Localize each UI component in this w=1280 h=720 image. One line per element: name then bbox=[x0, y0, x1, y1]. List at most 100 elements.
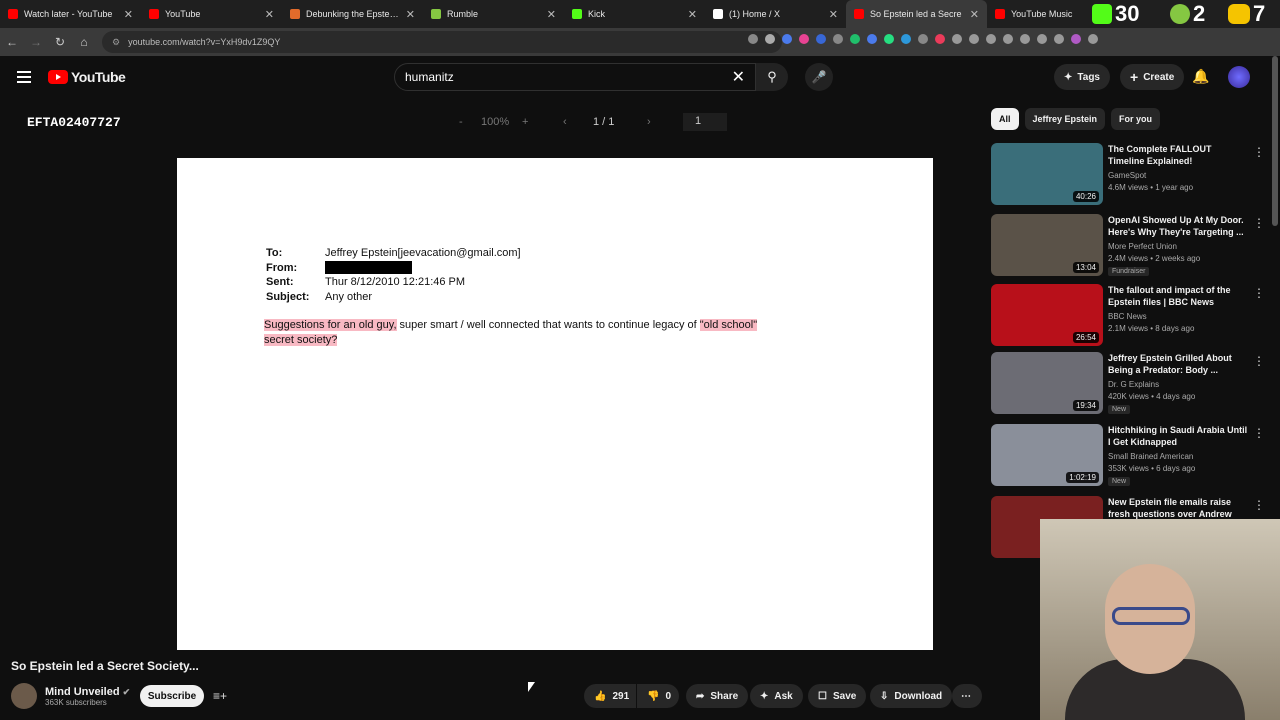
search-button[interactable]: ⚲ bbox=[756, 63, 788, 91]
reload-icon[interactable]: ↻ bbox=[48, 35, 72, 49]
video-thumbnail[interactable]: 40:26 bbox=[991, 143, 1103, 205]
create-button[interactable]: + Create bbox=[1120, 64, 1185, 90]
browser-tab[interactable]: So Epstein led a Secre ✕ bbox=[846, 0, 987, 28]
like-button[interactable]: 👍 291 bbox=[584, 684, 636, 708]
video-thumbnail[interactable]: 13:04 bbox=[991, 214, 1103, 276]
search-input[interactable]: humanitz ✕ bbox=[394, 63, 756, 91]
recommended-video[interactable]: 19:34 Jeffrey Epstein Grilled About Being… bbox=[991, 352, 1271, 416]
recommended-channel[interactable]: Dr. G Explains bbox=[1108, 380, 1159, 389]
extension-icon[interactable] bbox=[782, 34, 792, 44]
window-icon[interactable] bbox=[1037, 34, 1047, 44]
recommended-video[interactable]: 26:54 The fallout and impact of the Epste… bbox=[991, 284, 1271, 348]
other-extension-counter[interactable]: 7 bbox=[1228, 1, 1265, 26]
extension-icon[interactable] bbox=[986, 34, 996, 44]
more-options-icon[interactable]: ⋮ bbox=[1253, 145, 1265, 159]
extension-icon[interactable] bbox=[833, 34, 843, 44]
more-options-icon[interactable]: ⋮ bbox=[1253, 498, 1265, 512]
scrollbar[interactable] bbox=[1272, 56, 1278, 226]
notifications-bell-icon[interactable]: 🔔 bbox=[1192, 68, 1209, 85]
ask-button[interactable]: ✦ Ask bbox=[750, 684, 803, 708]
extension-icon[interactable] bbox=[901, 34, 911, 44]
hamburger-menu-icon[interactable] bbox=[17, 71, 31, 86]
recommended-video[interactable]: 1:02:19 Hitchhiking in Saudi Arabia Until… bbox=[991, 424, 1271, 488]
tags-button[interactable]: ✦ Tags bbox=[1054, 64, 1110, 90]
site-info-icon[interactable]: ⚙ bbox=[112, 37, 120, 48]
download-button[interactable]: ⇩ Download bbox=[870, 684, 953, 708]
more-options-icon[interactable]: ⋮ bbox=[1253, 286, 1265, 300]
extension-icon[interactable] bbox=[816, 34, 826, 44]
voice-search-button[interactable]: 🎤 bbox=[805, 63, 833, 91]
tab-close-icon[interactable]: ✕ bbox=[970, 8, 979, 21]
extension-icon[interactable] bbox=[935, 34, 945, 44]
forward-icon[interactable]: → bbox=[24, 35, 48, 49]
recommended-channel[interactable]: GameSpot bbox=[1108, 171, 1146, 180]
zoom-out-button[interactable]: - bbox=[459, 116, 463, 128]
channel-name[interactable]: Mind Unveiled bbox=[45, 686, 120, 698]
rumble-extension-counter[interactable]: 2 bbox=[1170, 1, 1205, 26]
recommended-channel[interactable]: More Perfect Union bbox=[1108, 242, 1177, 251]
video-thumbnail[interactable]: 19:34 bbox=[991, 352, 1103, 414]
zoom-in-button[interactable]: + bbox=[522, 116, 528, 128]
puzzle-icon[interactable] bbox=[952, 34, 962, 44]
extension-icon[interactable] bbox=[884, 34, 894, 44]
url-field[interactable]: ⚙ youtube.com/watch?v=YxH9dv1Z9QY bbox=[102, 31, 782, 53]
more-options-icon[interactable]: ⋮ bbox=[1253, 216, 1265, 230]
video-thumbnail[interactable]: 1:02:19 bbox=[991, 424, 1103, 486]
kick-extension-counter[interactable]: 30 bbox=[1092, 1, 1139, 26]
recommended-channel[interactable]: BBC News bbox=[1108, 312, 1147, 321]
filter-chip[interactable]: Jeffrey Epstein bbox=[1024, 108, 1106, 130]
youtube-logo[interactable]: YouTube bbox=[48, 69, 126, 85]
recommended-title[interactable]: The Complete FALLOUT Timeline Explained! bbox=[1108, 143, 1248, 167]
bookmark-star-icon[interactable] bbox=[765, 34, 775, 44]
recommended-title[interactable]: Hitchhiking in Saudi Arabia Until I Get … bbox=[1108, 424, 1248, 448]
clear-search-icon[interactable]: ✕ bbox=[732, 67, 745, 87]
next-page-icon[interactable]: › bbox=[647, 116, 651, 128]
browser-tab[interactable]: Debunking the Epstein My ✕ bbox=[282, 0, 423, 28]
tab-close-icon[interactable]: ✕ bbox=[265, 8, 274, 21]
menu-icon[interactable] bbox=[1088, 34, 1098, 44]
cast-icon[interactable] bbox=[748, 34, 758, 44]
account-avatar[interactable] bbox=[1228, 66, 1250, 88]
extension-icon[interactable] bbox=[918, 34, 928, 44]
profile-icon[interactable] bbox=[1071, 34, 1081, 44]
tab-close-icon[interactable]: ✕ bbox=[406, 8, 415, 21]
recommended-title[interactable]: New Epstein file emails raise fresh ques… bbox=[1108, 496, 1248, 520]
channel-info[interactable]: Mind Unveiled ✔ 363K subscribers bbox=[11, 683, 130, 709]
history-icon[interactable] bbox=[969, 34, 979, 44]
prev-page-icon[interactable]: ‹ bbox=[563, 116, 567, 128]
browser-tab[interactable]: Rumble ✕ bbox=[423, 0, 564, 28]
extension-icon[interactable] bbox=[850, 34, 860, 44]
share-button[interactable]: ➦ Share bbox=[686, 684, 749, 708]
browser-tab[interactable]: YouTube ✕ bbox=[141, 0, 282, 28]
page-number-input[interactable]: 1 bbox=[683, 113, 727, 131]
browser-tab[interactable]: Watch later - YouTube ✕ bbox=[0, 0, 141, 28]
download-icon[interactable] bbox=[1054, 34, 1064, 44]
recommended-title[interactable]: OpenAI Showed Up At My Door. Here's Why … bbox=[1108, 214, 1248, 238]
tab-close-icon[interactable]: ✕ bbox=[547, 8, 556, 21]
extension-icon[interactable] bbox=[799, 34, 809, 44]
add-to-playlist-icon[interactable]: ≡+ bbox=[213, 689, 227, 703]
recommended-video[interactable]: 13:04 OpenAI Showed Up At My Door. Here's… bbox=[991, 214, 1271, 278]
channel-avatar[interactable] bbox=[11, 683, 37, 709]
recommended-channel[interactable]: Small Brained American bbox=[1108, 452, 1193, 461]
browser-tab[interactable]: (1) Home / X ✕ bbox=[705, 0, 846, 28]
recommended-title[interactable]: Jeffrey Epstein Grilled About Being a Pr… bbox=[1108, 352, 1248, 376]
filter-chip[interactable]: All bbox=[991, 108, 1019, 130]
back-icon[interactable]: ← bbox=[0, 35, 24, 49]
sidebar-icon[interactable] bbox=[1020, 34, 1030, 44]
extension-icon[interactable] bbox=[867, 34, 877, 44]
more-options-icon[interactable]: ⋮ bbox=[1253, 354, 1265, 368]
dislike-button[interactable]: 👎 0 bbox=[637, 684, 679, 708]
more-options-icon[interactable]: ⋮ bbox=[1253, 426, 1265, 440]
subscribe-button[interactable]: Subscribe bbox=[140, 685, 204, 707]
tab-close-icon[interactable]: ✕ bbox=[124, 8, 133, 21]
home-icon[interactable]: ⌂ bbox=[72, 35, 96, 49]
browser-tab[interactable]: Kick ✕ bbox=[564, 0, 705, 28]
more-actions-button[interactable]: ⋯ bbox=[952, 684, 982, 708]
video-thumbnail[interactable]: 26:54 bbox=[991, 284, 1103, 346]
recommended-title[interactable]: The fallout and impact of the Epstein fi… bbox=[1108, 284, 1248, 308]
tab-close-icon[interactable]: ✕ bbox=[829, 8, 838, 21]
filter-chip[interactable]: For you bbox=[1111, 108, 1161, 130]
tab-close-icon[interactable]: ✕ bbox=[688, 8, 697, 21]
recommended-video[interactable]: 40:26 The Complete FALLOUT Timeline Expla… bbox=[991, 143, 1271, 207]
